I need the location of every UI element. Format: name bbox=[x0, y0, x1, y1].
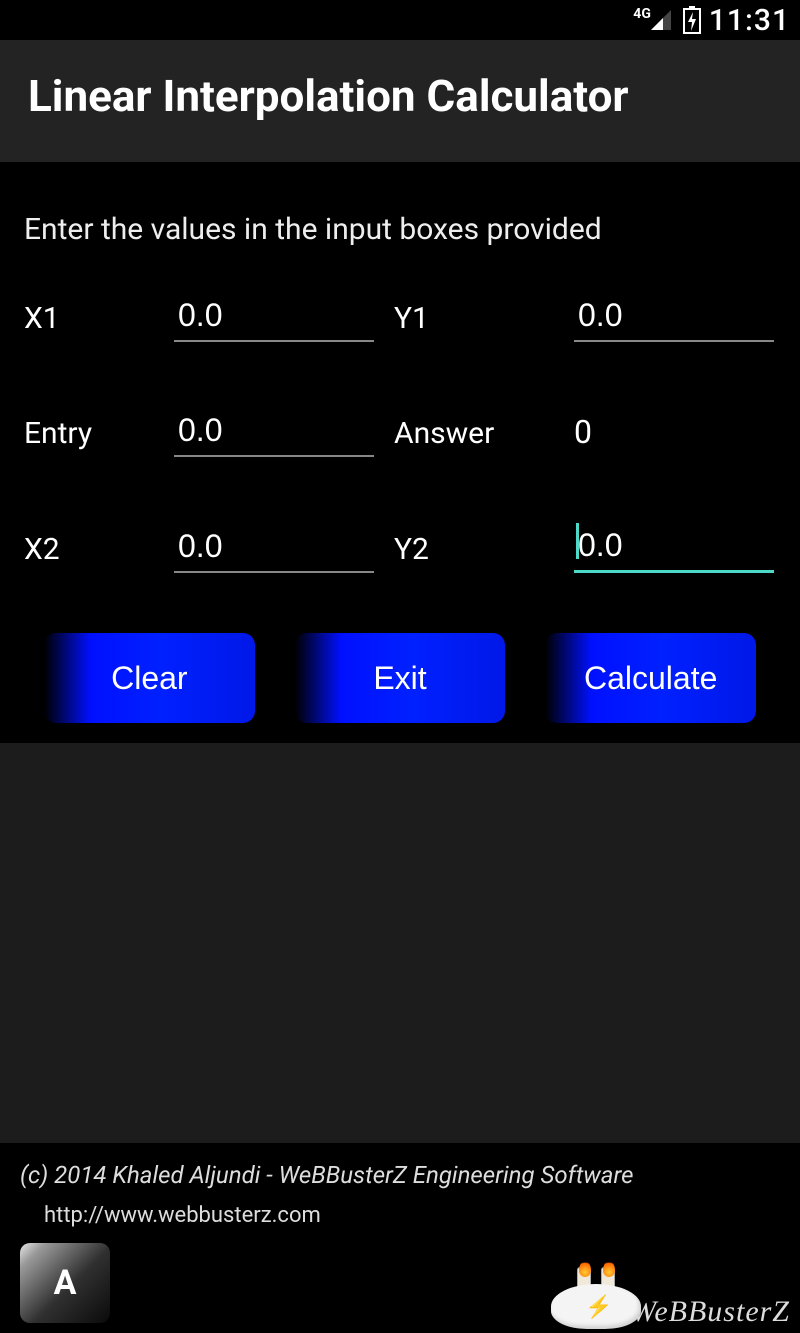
signal-icon bbox=[649, 8, 673, 32]
input-grid: X1 Y1 Entry Answer 0 X2 Y2 bbox=[24, 297, 776, 573]
x1-label: X1 bbox=[24, 301, 154, 342]
y1-input[interactable] bbox=[574, 297, 774, 342]
badge-a-label: A bbox=[54, 1263, 77, 1303]
badge-a-button[interactable]: A bbox=[20, 1243, 110, 1323]
webbusterz-logo: ⚡ WeBBusterZ bbox=[551, 1259, 790, 1329]
answer-value: 0 bbox=[574, 413, 774, 457]
y1-label: Y1 bbox=[394, 301, 554, 342]
x1-input[interactable] bbox=[174, 297, 374, 342]
y2-input[interactable] bbox=[574, 527, 774, 573]
network-label: 4G bbox=[633, 6, 651, 22]
entry-label: Entry bbox=[24, 416, 154, 457]
answer-label: Answer bbox=[394, 416, 554, 457]
logo-text: WeBBusterZ bbox=[631, 1295, 790, 1329]
instruction-text: Enter the values in the input boxes prov… bbox=[24, 212, 776, 247]
logo-cloud-icon: ⚡ bbox=[551, 1259, 641, 1329]
exit-button[interactable]: Exit bbox=[295, 633, 506, 723]
empty-spacer bbox=[0, 743, 800, 1143]
x2-input[interactable] bbox=[174, 528, 374, 573]
app-title-bar: Linear Interpolation Calculator bbox=[0, 40, 800, 162]
copyright-text: (c) 2014 Khaled Aljundi - WeBBusterZ Eng… bbox=[20, 1161, 780, 1189]
clock: 11:31 bbox=[709, 3, 790, 38]
main-content: Enter the values in the input boxes prov… bbox=[0, 162, 800, 743]
website-url: http://www.webbusterz.com bbox=[44, 1203, 780, 1228]
entry-input[interactable] bbox=[174, 412, 374, 457]
app-title: Linear Interpolation Calculator bbox=[28, 70, 772, 122]
battery-charging-icon bbox=[683, 6, 701, 34]
y2-label: Y2 bbox=[394, 532, 554, 573]
calculate-button[interactable]: Calculate bbox=[545, 633, 756, 723]
y2-field-wrapper bbox=[574, 527, 774, 573]
x2-label: X2 bbox=[24, 532, 154, 573]
clear-button[interactable]: Clear bbox=[44, 633, 255, 723]
footer: (c) 2014 Khaled Aljundi - WeBBusterZ Eng… bbox=[0, 1143, 800, 1333]
network-4g-indicator: 4G bbox=[633, 8, 673, 32]
status-bar: 4G 11:31 bbox=[0, 0, 800, 40]
button-row: Clear Exit Calculate bbox=[24, 633, 776, 723]
